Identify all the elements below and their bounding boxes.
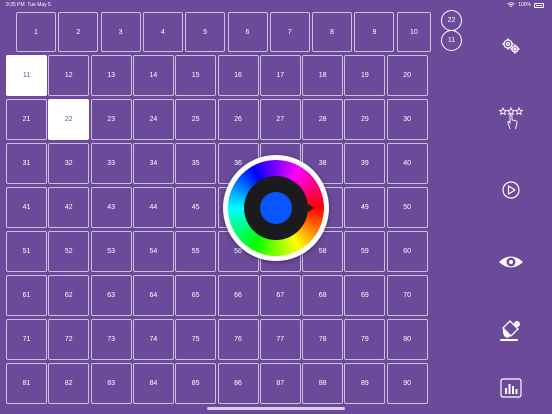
grid-cell[interactable]: 53 — [90, 231, 132, 272]
grid-cell[interactable]: 21 — [6, 99, 47, 140]
grid-cell[interactable]: 90 — [386, 363, 428, 404]
grid-cell[interactable]: 30 — [386, 99, 428, 140]
grid-cell[interactable]: 65 — [175, 275, 217, 316]
grid-cell[interactable]: 44 — [132, 187, 174, 228]
color-wheel-pointer — [308, 204, 314, 212]
grid-cell[interactable]: 79 — [344, 319, 386, 360]
grid-cell[interactable]: 8 — [312, 12, 353, 52]
grid-cell[interactable]: 41 — [6, 187, 47, 228]
grid-cell[interactable]: 66 — [217, 275, 259, 316]
grid-cell[interactable]: 24 — [132, 99, 174, 140]
grid-cell[interactable]: 67 — [259, 275, 301, 316]
status-right: 100% — [507, 2, 544, 8]
grid-cell[interactable]: 33 — [90, 143, 132, 184]
grid-cell[interactable]: 12 — [48, 55, 90, 96]
grid-cell[interactable]: 39 — [344, 143, 386, 184]
grid-cell[interactable]: 26 — [217, 99, 259, 140]
grid-cell[interactable]: 70 — [386, 275, 428, 316]
grid-cell[interactable]: 9 — [354, 12, 395, 52]
grid-cell[interactable]: 89 — [344, 363, 386, 404]
grid-cell[interactable]: 31 — [6, 143, 47, 184]
grid-cell[interactable]: 22 — [48, 99, 90, 140]
wifi-icon — [507, 2, 515, 7]
grid-cell[interactable]: 1 — [16, 12, 56, 52]
grid-cell[interactable]: 42 — [48, 187, 90, 228]
grid-cell[interactable]: 86 — [217, 363, 259, 404]
grid-cell[interactable]: 3 — [100, 12, 141, 52]
grid-cell[interactable]: 45 — [175, 187, 217, 228]
grid-cell[interactable]: 83 — [90, 363, 132, 404]
grid-cell[interactable]: 51 — [6, 231, 47, 272]
grid-cell[interactable]: 63 — [90, 275, 132, 316]
grid-cell[interactable]: 59 — [344, 231, 386, 272]
grid-cell[interactable]: 2 — [58, 12, 99, 52]
grid-cell[interactable]: 82 — [48, 363, 90, 404]
grid-cell[interactable]: 23 — [90, 99, 132, 140]
grid-cell[interactable]: 49 — [344, 187, 386, 228]
grid-cell[interactable]: 77 — [259, 319, 301, 360]
grid-cell[interactable]: 29 — [344, 99, 386, 140]
grid-cell[interactable]: 4 — [142, 12, 183, 52]
grid-cell[interactable]: 18 — [302, 55, 344, 96]
grid-cell[interactable]: 73 — [90, 319, 132, 360]
grid-cell[interactable]: 13 — [90, 55, 132, 96]
grid-cell[interactable]: 75 — [175, 319, 217, 360]
battery-icon — [534, 2, 544, 8]
selection-badge[interactable]: 11 — [441, 30, 462, 51]
grid-cell[interactable]: 17 — [259, 55, 301, 96]
grid-cell[interactable]: 11 — [6, 55, 47, 96]
grid-cell[interactable]: 25 — [175, 99, 217, 140]
gears-icon[interactable] — [497, 32, 525, 60]
color-wheel-picker[interactable] — [223, 155, 329, 261]
paint-bucket-icon[interactable] — [497, 316, 525, 344]
grid-cell[interactable]: 27 — [259, 99, 301, 140]
battery-percent: 100% — [518, 2, 531, 8]
grid-cell[interactable]: 76 — [217, 319, 259, 360]
grid-cell[interactable]: 60 — [386, 231, 428, 272]
grid-cell[interactable]: 78 — [302, 319, 344, 360]
home-indicator — [207, 407, 345, 410]
grid-cell[interactable]: 80 — [386, 319, 428, 360]
status-bar: 9:35 PM Tue May 5 100% — [0, 0, 552, 10]
grid-cell[interactable]: 7 — [269, 12, 310, 52]
grid-cell[interactable]: 34 — [132, 143, 174, 184]
grid-cell[interactable]: 5 — [185, 12, 226, 52]
bar-chart-icon[interactable] — [497, 374, 525, 402]
grid-cell[interactable]: 81 — [6, 363, 47, 404]
grid-cell[interactable]: 35 — [175, 143, 217, 184]
grid-cell[interactable]: 52 — [48, 231, 90, 272]
grid-cell[interactable]: 84 — [132, 363, 174, 404]
grid-cell[interactable]: 43 — [90, 187, 132, 228]
grid-cell[interactable]: 50 — [386, 187, 428, 228]
grid-cell[interactable]: 68 — [302, 275, 344, 316]
grid-cell[interactable]: 55 — [175, 231, 217, 272]
play-icon[interactable] — [497, 176, 525, 204]
grid-cell[interactable]: 15 — [175, 55, 217, 96]
hand-stars-icon[interactable] — [497, 104, 525, 132]
grid-cell[interactable]: 69 — [344, 275, 386, 316]
grid-cell[interactable]: 32 — [48, 143, 90, 184]
status-time-date: 9:35 PM Tue May 5 — [6, 2, 51, 8]
grid-cell[interactable]: 62 — [48, 275, 90, 316]
grid-cell[interactable]: 74 — [132, 319, 174, 360]
grid-cell[interactable]: 72 — [48, 319, 90, 360]
grid-cell[interactable]: 16 — [217, 55, 259, 96]
grid-cell[interactable]: 85 — [175, 363, 217, 404]
selection-badge[interactable]: 22 — [441, 10, 462, 31]
grid-cell[interactable]: 28 — [302, 99, 344, 140]
grid-cell[interactable]: 10 — [396, 12, 431, 52]
grid-cell[interactable]: 54 — [132, 231, 174, 272]
grid-cell[interactable]: 14 — [132, 55, 174, 96]
eye-icon[interactable] — [497, 248, 525, 276]
grid-cell[interactable]: 40 — [386, 143, 428, 184]
grid-cell[interactable]: 87 — [259, 363, 301, 404]
grid-cell[interactable]: 71 — [6, 319, 47, 360]
grid-cell[interactable]: 64 — [132, 275, 174, 316]
grid-cell[interactable]: 20 — [386, 55, 428, 96]
grid-cell[interactable]: 6 — [227, 12, 268, 52]
grid-cell[interactable]: 61 — [6, 275, 47, 316]
grid-cell[interactable]: 88 — [302, 363, 344, 404]
grid-cell[interactable]: 19 — [344, 55, 386, 96]
selected-color-swatch[interactable] — [260, 192, 292, 224]
